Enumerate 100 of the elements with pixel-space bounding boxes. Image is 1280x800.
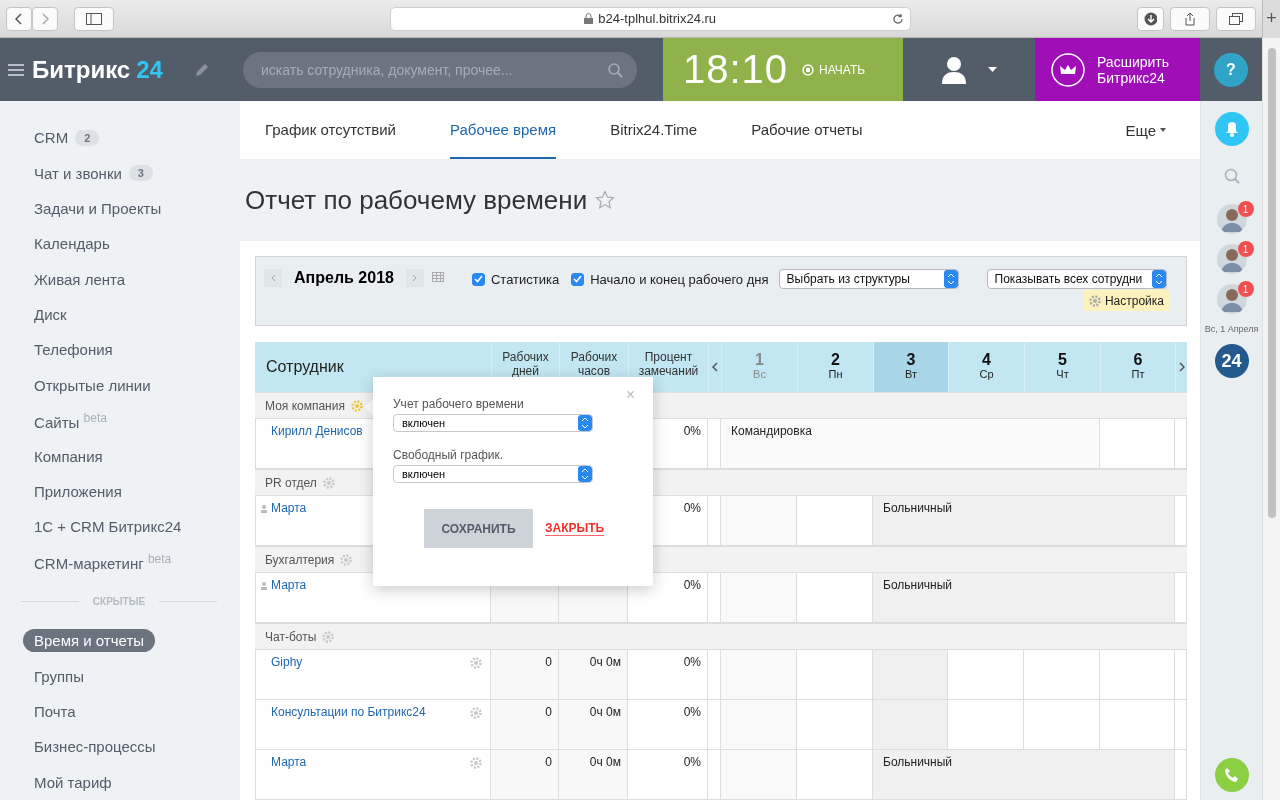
day-header[interactable]: 6 Пт (1100, 342, 1175, 392)
day-header[interactable]: 2 Пн (797, 342, 873, 392)
sidebar-item[interactable]: Группы (23, 664, 95, 688)
scrollbar-thumb[interactable] (1268, 48, 1276, 518)
employee-link[interactable]: Кирилл Денисов (271, 424, 363, 438)
user-icon (261, 582, 267, 590)
sidebar-item[interactable]: Сайты $^{beta}$ (23, 407, 118, 434)
sidebar-toggle-button[interactable] (74, 6, 114, 31)
notification-badge: 1 (1237, 281, 1254, 297)
logo[interactable]: Битрикс (32, 55, 131, 84)
search-icon[interactable] (1223, 168, 1240, 184)
sidebar-icon (85, 12, 102, 25)
stepper-icon[interactable] (578, 415, 592, 431)
notifications-button[interactable] (1214, 112, 1249, 146)
sidebar-item[interactable]: Компания (23, 444, 114, 468)
gear-icon[interactable] (470, 757, 482, 769)
sidebar-item[interactable]: Телефония (23, 338, 124, 362)
stepper-icon[interactable] (943, 270, 958, 288)
more-tab[interactable]: Еще (1119, 101, 1172, 160)
scroll-left-icon[interactable] (712, 362, 718, 372)
absence-cell: Больничный (873, 496, 1175, 546)
sidebar-item[interactable]: Живая лента (23, 267, 137, 291)
table-cell (708, 750, 721, 800)
share-button[interactable] (1170, 6, 1211, 31)
search-icon[interactable] (608, 63, 623, 78)
employee-link[interactable]: Марта (271, 501, 307, 515)
notification-badge: 1 (1237, 201, 1254, 217)
gear-icon[interactable] (322, 630, 335, 643)
employees-select[interactable]: Показывать всех сотрудни (986, 269, 1167, 289)
tab[interactable]: Рабочее время (449, 101, 557, 160)
search-field[interactable]: искать сотрудника, документ, прочее... (243, 52, 637, 88)
logo-number[interactable]: 24 (136, 55, 163, 84)
phone-icon (1224, 767, 1240, 783)
calendar-grid-icon[interactable] (431, 272, 444, 282)
sidebar-item[interactable]: Открытые линии (23, 373, 162, 397)
download-button[interactable] (1136, 6, 1165, 31)
caret-icon[interactable] (987, 67, 997, 72)
forward-button[interactable] (32, 6, 58, 31)
sidebar-item[interactable]: Мой тариф (23, 770, 123, 794)
select-field[interactable]: включен (393, 465, 593, 483)
phone-button[interactable] (1215, 758, 1249, 792)
notification-badge: 1 (1237, 241, 1254, 257)
settings-icon[interactable] (1088, 294, 1101, 307)
tabs-button[interactable] (1216, 6, 1257, 31)
upgrade-button[interactable]: Расширить Битрикс24 (1035, 38, 1200, 101)
sidebar-item[interactable]: Почта (23, 700, 87, 724)
save-button[interactable]: СОХРАНИТЬ (424, 509, 533, 548)
employee-link[interactable]: Марта (271, 578, 307, 592)
download-icon (1143, 11, 1158, 26)
avatar[interactable] (1216, 284, 1247, 314)
crown-icon (1051, 52, 1085, 87)
day-header[interactable]: 3 Вт (873, 342, 948, 392)
month-label: Апрель 2018 (294, 269, 394, 287)
gear-icon[interactable] (322, 476, 335, 489)
sidebar-item[interactable]: Календарь (23, 232, 121, 256)
department-select[interactable]: Выбрать из структуры (778, 269, 959, 289)
avatar[interactable] (1216, 204, 1247, 234)
table-cell (1175, 700, 1187, 750)
tab[interactable]: График отсутствий (265, 101, 396, 160)
absence-cell: Больничный (873, 573, 1175, 623)
select-field[interactable]: включен (393, 414, 593, 432)
menu-icon[interactable] (8, 63, 24, 76)
settings-button[interactable]: Настройка (1082, 290, 1170, 311)
gear-icon[interactable] (340, 553, 353, 566)
avatar[interactable] (1216, 244, 1247, 274)
tab[interactable]: Рабочие отчеты (751, 101, 863, 160)
gear-icon[interactable] (470, 657, 482, 669)
checkbox[interactable] (471, 272, 485, 286)
employee-link[interactable]: Giphy (271, 655, 303, 669)
sidebar-item[interactable]: 1С + CRM Битрикс24 (23, 515, 193, 539)
gear-icon[interactable] (350, 399, 363, 412)
tab[interactable]: Bitrix24.Time (610, 101, 698, 160)
gear-icon[interactable] (470, 707, 482, 719)
close-link[interactable]: ЗАКРЫТЬ (545, 521, 605, 536)
stepper-icon[interactable] (578, 466, 592, 482)
sidebar-item[interactable]: Бизнес-процессы (23, 735, 167, 759)
stepper-icon[interactable] (1151, 270, 1166, 288)
scroll-right-icon[interactable] (1178, 362, 1185, 372)
group-name: Моя компания (265, 398, 345, 413)
new-tab-button[interactable]: + (1262, 0, 1280, 38)
pencil-icon[interactable] (194, 62, 209, 77)
sidebar-item[interactable]: CRM-маркетинг $^{beta}$ (23, 549, 183, 576)
day-header[interactable]: 4 Ср (948, 342, 1024, 392)
star-icon[interactable] (595, 190, 616, 211)
employee-link[interactable]: Марта (271, 755, 307, 769)
absence-cell: Больничный (873, 750, 1175, 800)
reload-icon[interactable] (891, 12, 904, 25)
bitrix-logo-button[interactable]: 24 (1214, 344, 1249, 378)
sidebar-item[interactable]: Время и отчеты (23, 629, 156, 653)
user-avatar-icon[interactable] (941, 55, 966, 84)
sidebar-item[interactable]: Задачи и Проекты (23, 196, 173, 220)
bell-icon (1224, 121, 1239, 137)
address-bar[interactable]: b24-tplhul.bitrix24.ru (389, 6, 911, 31)
table-cell: 0ч 0м (559, 650, 628, 700)
employee-link[interactable]: Консультации по Битрикс24 (271, 705, 426, 719)
back-button[interactable] (6, 6, 32, 31)
sidebar-item[interactable]: Диск (23, 303, 78, 327)
day-header[interactable]: 5 Чт (1024, 342, 1100, 392)
checkbox[interactable] (571, 272, 585, 286)
sidebar-item[interactable]: Приложения (23, 479, 133, 503)
